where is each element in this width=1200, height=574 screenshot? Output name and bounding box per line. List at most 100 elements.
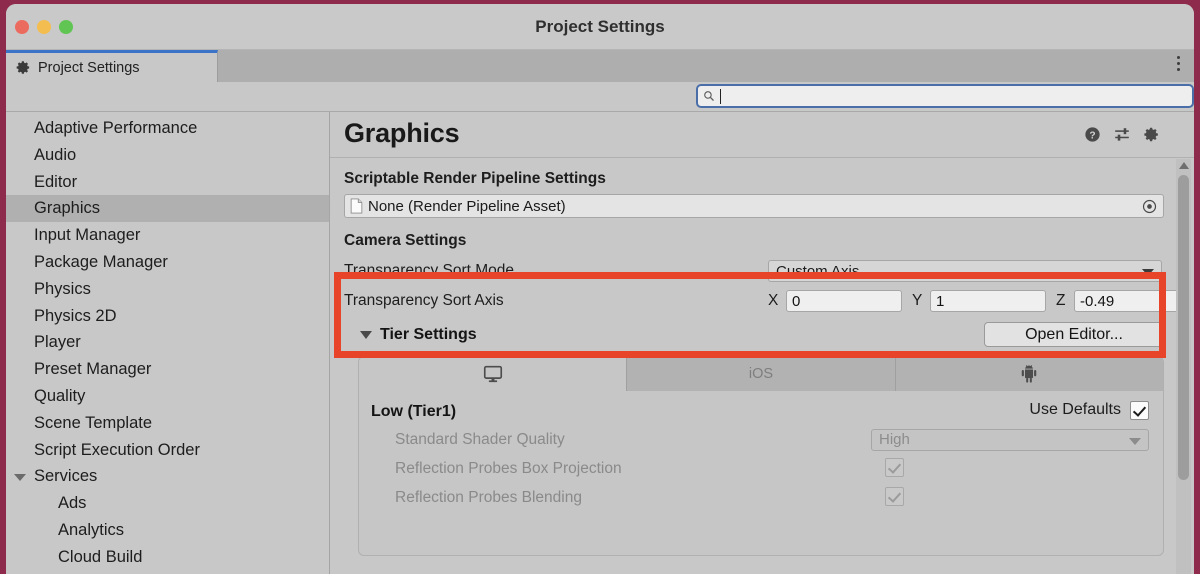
- settings-sidebar[interactable]: Adaptive Performance Audio Editor Graphi…: [6, 112, 330, 574]
- chevron-down-icon: [1129, 437, 1141, 445]
- sidebar-item-quality[interactable]: Quality: [6, 383, 329, 410]
- sidebar-item-package-manager[interactable]: Package Manager: [6, 249, 329, 276]
- reflection-probes-blending-row: Reflection Probes Blending: [371, 483, 1149, 512]
- sidebar-item-label: Script Execution Order: [34, 440, 200, 459]
- sidebar-item-input-manager[interactable]: Input Manager: [6, 222, 329, 249]
- sidebar-item-label: Services: [34, 467, 98, 486]
- document-icon: [350, 198, 363, 214]
- reflection-probes-blending-checkbox[interactable]: [885, 487, 904, 506]
- page-title: Graphics: [344, 118, 460, 148]
- use-defaults-label: Use Defaults: [1029, 401, 1121, 418]
- axis-y-value: 1: [936, 292, 945, 310]
- sidebar-item-editor[interactable]: Editor: [6, 169, 329, 196]
- transparency-sort-mode-dropdown[interactable]: Custom Axis: [768, 260, 1162, 282]
- reflection-probes-box-projection-checkbox[interactable]: [885, 458, 904, 477]
- tier-name-label: Low (Tier1): [371, 403, 457, 420]
- axis-z-input[interactable]: -0.49: [1074, 290, 1190, 312]
- tab-label: Project Settings: [38, 59, 140, 76]
- desktop-background: Project Settings Project Settings Adapti…: [0, 0, 1200, 574]
- sidebar-item-scene-template[interactable]: Scene Template: [6, 410, 329, 437]
- platform-tab-standalone[interactable]: [359, 357, 628, 391]
- transparency-sort-axis-row: Transparency Sort Axis X 0 Y 1 Z -0.49: [344, 286, 1190, 316]
- sidebar-item-analytics[interactable]: Analytics: [6, 517, 329, 544]
- standard-shader-quality-dropdown[interactable]: High: [871, 428, 1149, 451]
- axis-z-label: Z: [1056, 292, 1066, 309]
- scrollbar-thumb[interactable]: [1178, 175, 1189, 480]
- sidebar-item-preset-manager[interactable]: Preset Manager: [6, 356, 329, 383]
- sidebar-item-label: Physics 2D: [34, 306, 117, 325]
- sidebar-item-physics-2d[interactable]: Physics 2D: [6, 303, 329, 330]
- search-input[interactable]: [696, 84, 1194, 108]
- axis-y-label: Y: [912, 292, 923, 309]
- gear-icon: [16, 61, 30, 74]
- android-robot-icon: [1022, 365, 1037, 383]
- tier-settings-body: Low (Tier1) Use Defaults Standard Shader…: [359, 391, 1163, 512]
- sidebar-item-script-execution-order[interactable]: Script Execution Order: [6, 437, 329, 464]
- transparency-sort-mode-value: Custom Axis: [776, 262, 860, 280]
- help-icon[interactable]: ?: [1084, 126, 1101, 143]
- sidebar-item-label: Editor: [34, 172, 78, 191]
- axis-y-input[interactable]: 1: [930, 290, 1046, 312]
- window-body: Adaptive Performance Audio Editor Graphi…: [6, 112, 1194, 574]
- camera-section-label: Camera Settings: [344, 232, 467, 249]
- transparency-sort-axis-vector: X 0 Y 1 Z -0.49: [768, 290, 1194, 312]
- sidebar-item-label: Analytics: [58, 520, 125, 539]
- sidebar-item-audio[interactable]: Audio: [6, 142, 329, 169]
- platform-tab-ios-label: iOS: [748, 366, 774, 382]
- graphics-settings-panel: Graphics ? Scriptable Render Pipeline Se…: [330, 112, 1194, 574]
- open-editor-label: Open Editor...: [1025, 325, 1123, 343]
- tab-project-settings[interactable]: Project Settings: [6, 50, 218, 82]
- sidebar-item-label: Graphics: [34, 199, 101, 218]
- open-editor-button[interactable]: Open Editor...: [984, 322, 1164, 347]
- sidebar-item-ads[interactable]: Ads: [6, 490, 329, 517]
- reflection-probes-box-projection-row: Reflection Probes Box Projection: [371, 454, 1149, 483]
- tier-settings-box: iOS Low (Tier1) Use Defaults Standard Sh…: [358, 356, 1164, 556]
- search-icon: [704, 91, 714, 101]
- platform-tab-bar: iOS: [359, 357, 1163, 391]
- gear-icon[interactable]: [1143, 126, 1160, 143]
- project-settings-window: Project Settings Project Settings Adapti…: [6, 4, 1194, 574]
- platform-tab-ios[interactable]: iOS: [627, 357, 896, 391]
- sidebar-item-label: Physics: [34, 279, 91, 298]
- sidebar-item-label: Adaptive Performance: [34, 119, 198, 137]
- svg-text:?: ?: [1089, 130, 1095, 141]
- tab-strip: Project Settings: [6, 50, 1194, 82]
- render-pipeline-asset-field[interactable]: None (Render Pipeline Asset): [344, 194, 1164, 218]
- chevron-down-icon[interactable]: [360, 331, 372, 339]
- panel-header: Graphics ?: [330, 112, 1194, 158]
- sidebar-item-label: Ads: [58, 494, 87, 513]
- sidebar-item-label: Player: [34, 333, 81, 352]
- axis-x-value: 0: [792, 292, 801, 310]
- transparency-sort-mode-label: Transparency Sort Mode: [344, 262, 515, 279]
- sidebar-item-graphics[interactable]: Graphics: [6, 195, 329, 223]
- main-scrollbar[interactable]: [1176, 159, 1191, 574]
- scroll-up-arrow-icon[interactable]: [1178, 162, 1189, 169]
- axis-x-label: X: [768, 292, 779, 309]
- use-defaults-checkbox[interactable]: [1130, 401, 1149, 420]
- chevron-down-icon[interactable]: [14, 473, 26, 481]
- standard-shader-quality-label: Standard Shader Quality: [395, 430, 565, 448]
- srp-section-label: Scriptable Render Pipeline Settings: [344, 170, 606, 187]
- standard-shader-quality-row: Standard Shader Quality High: [371, 425, 1149, 454]
- object-picker-icon[interactable]: [1142, 199, 1157, 214]
- graphics-content: Scriptable Render Pipeline Settings None…: [330, 158, 1194, 574]
- sidebar-item-label: Package Manager: [34, 252, 168, 271]
- tier-settings-label: Tier Settings: [380, 326, 477, 343]
- sidebar-item-physics[interactable]: Physics: [6, 276, 329, 303]
- sidebar-item-player[interactable]: Player: [6, 329, 329, 356]
- sidebar-item-services[interactable]: Services: [6, 463, 329, 490]
- transparency-sort-axis-label: Transparency Sort Axis: [344, 292, 504, 309]
- axis-x-input[interactable]: 0: [786, 290, 902, 312]
- sidebar-item-label: Scene Template: [34, 413, 153, 432]
- render-pipeline-asset-value: None (Render Pipeline Asset): [368, 197, 566, 215]
- chevron-down-icon: [1142, 269, 1154, 276]
- window-titlebar: Project Settings: [6, 4, 1194, 50]
- platform-tab-android[interactable]: [895, 357, 1163, 391]
- preset-icon[interactable]: [1113, 126, 1131, 143]
- kebab-menu-icon[interactable]: [1177, 56, 1180, 71]
- tier-settings-foldout-row: Tier Settings Open Editor...: [344, 320, 1164, 350]
- sidebar-item-adaptive-performance[interactable]: Adaptive Performance: [6, 115, 329, 142]
- sidebar-item-cloud-build[interactable]: Cloud Build: [6, 544, 329, 571]
- sidebar-item-label: Quality: [34, 386, 86, 405]
- tier-header-row: Low (Tier1) Use Defaults: [371, 399, 1149, 425]
